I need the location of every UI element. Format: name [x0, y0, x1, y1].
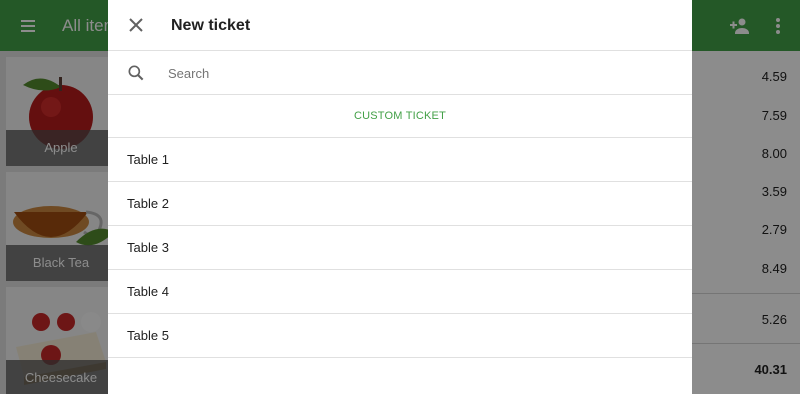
new-ticket-dialog: New ticket CUSTOM TICKET Table 1 Table 2…	[108, 0, 692, 394]
table-item-2[interactable]: Table 2	[108, 182, 692, 226]
search-icon	[128, 65, 144, 81]
close-icon[interactable]	[124, 13, 148, 37]
table-item-3[interactable]: Table 3	[108, 226, 692, 270]
dialog-title: New ticket	[171, 17, 251, 34]
search-bar	[108, 51, 692, 95]
table-item-4[interactable]: Table 4	[108, 270, 692, 314]
table-item-1[interactable]: Table 1	[108, 138, 692, 182]
custom-ticket-button[interactable]: CUSTOM TICKET	[108, 95, 692, 138]
search-input[interactable]	[168, 61, 668, 85]
dialog-header: New ticket	[108, 0, 692, 51]
table-item-5[interactable]: Table 5	[108, 314, 692, 358]
table-list: Table 1 Table 2 Table 3 Table 4 Table 5	[108, 138, 692, 358]
